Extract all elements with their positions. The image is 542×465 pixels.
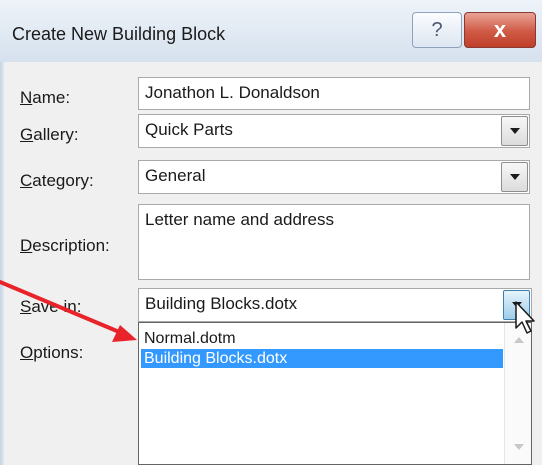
category-dropdown[interactable]: General xyxy=(138,160,530,194)
list-item[interactable]: Normal.dotm xyxy=(141,329,503,348)
title-bar: Create New Building Block ? x xyxy=(0,0,542,62)
help-button[interactable]: ? xyxy=(412,12,462,48)
name-value: Jonathon L. Donaldson xyxy=(145,83,320,102)
window-title: Create New Building Block xyxy=(12,24,226,44)
options-label: Options: xyxy=(20,343,84,362)
category-label: Category: xyxy=(20,171,94,190)
save-in-dropdown[interactable]: Building Blocks.dotx xyxy=(138,288,532,322)
description-value: Letter name and address xyxy=(145,210,335,229)
save-in-label: Save in: xyxy=(20,297,82,316)
name-label: Name: xyxy=(20,88,71,107)
scroll-down-icon[interactable] xyxy=(514,444,524,450)
description-field[interactable]: Letter name and address xyxy=(138,204,530,280)
save-in-value: Building Blocks.dotx xyxy=(145,294,298,313)
dropdown-arrow-icon[interactable] xyxy=(501,116,528,146)
gallery-label: Gallery: xyxy=(20,125,79,144)
gallery-value: Quick Parts xyxy=(145,120,233,139)
dropdown-arrow-icon[interactable] xyxy=(501,162,528,192)
close-icon: x xyxy=(493,17,507,42)
list-item-selected[interactable]: Building Blocks.dotx xyxy=(141,349,503,368)
save-in-dropdown-list[interactable]: Normal.dotm Building Blocks.dotx xyxy=(138,322,532,465)
description-label: Description: xyxy=(20,236,110,255)
category-value: General xyxy=(145,166,206,185)
mouse-cursor-icon xyxy=(515,301,535,334)
name-field[interactable]: Jonathon L. Donaldson xyxy=(138,77,530,110)
scroll-up-icon[interactable] xyxy=(514,337,524,343)
gallery-dropdown[interactable]: Quick Parts xyxy=(138,114,530,148)
close-button[interactable]: x xyxy=(464,12,536,48)
list-scrollbar[interactable] xyxy=(504,323,531,464)
help-icon: ? xyxy=(431,19,443,41)
